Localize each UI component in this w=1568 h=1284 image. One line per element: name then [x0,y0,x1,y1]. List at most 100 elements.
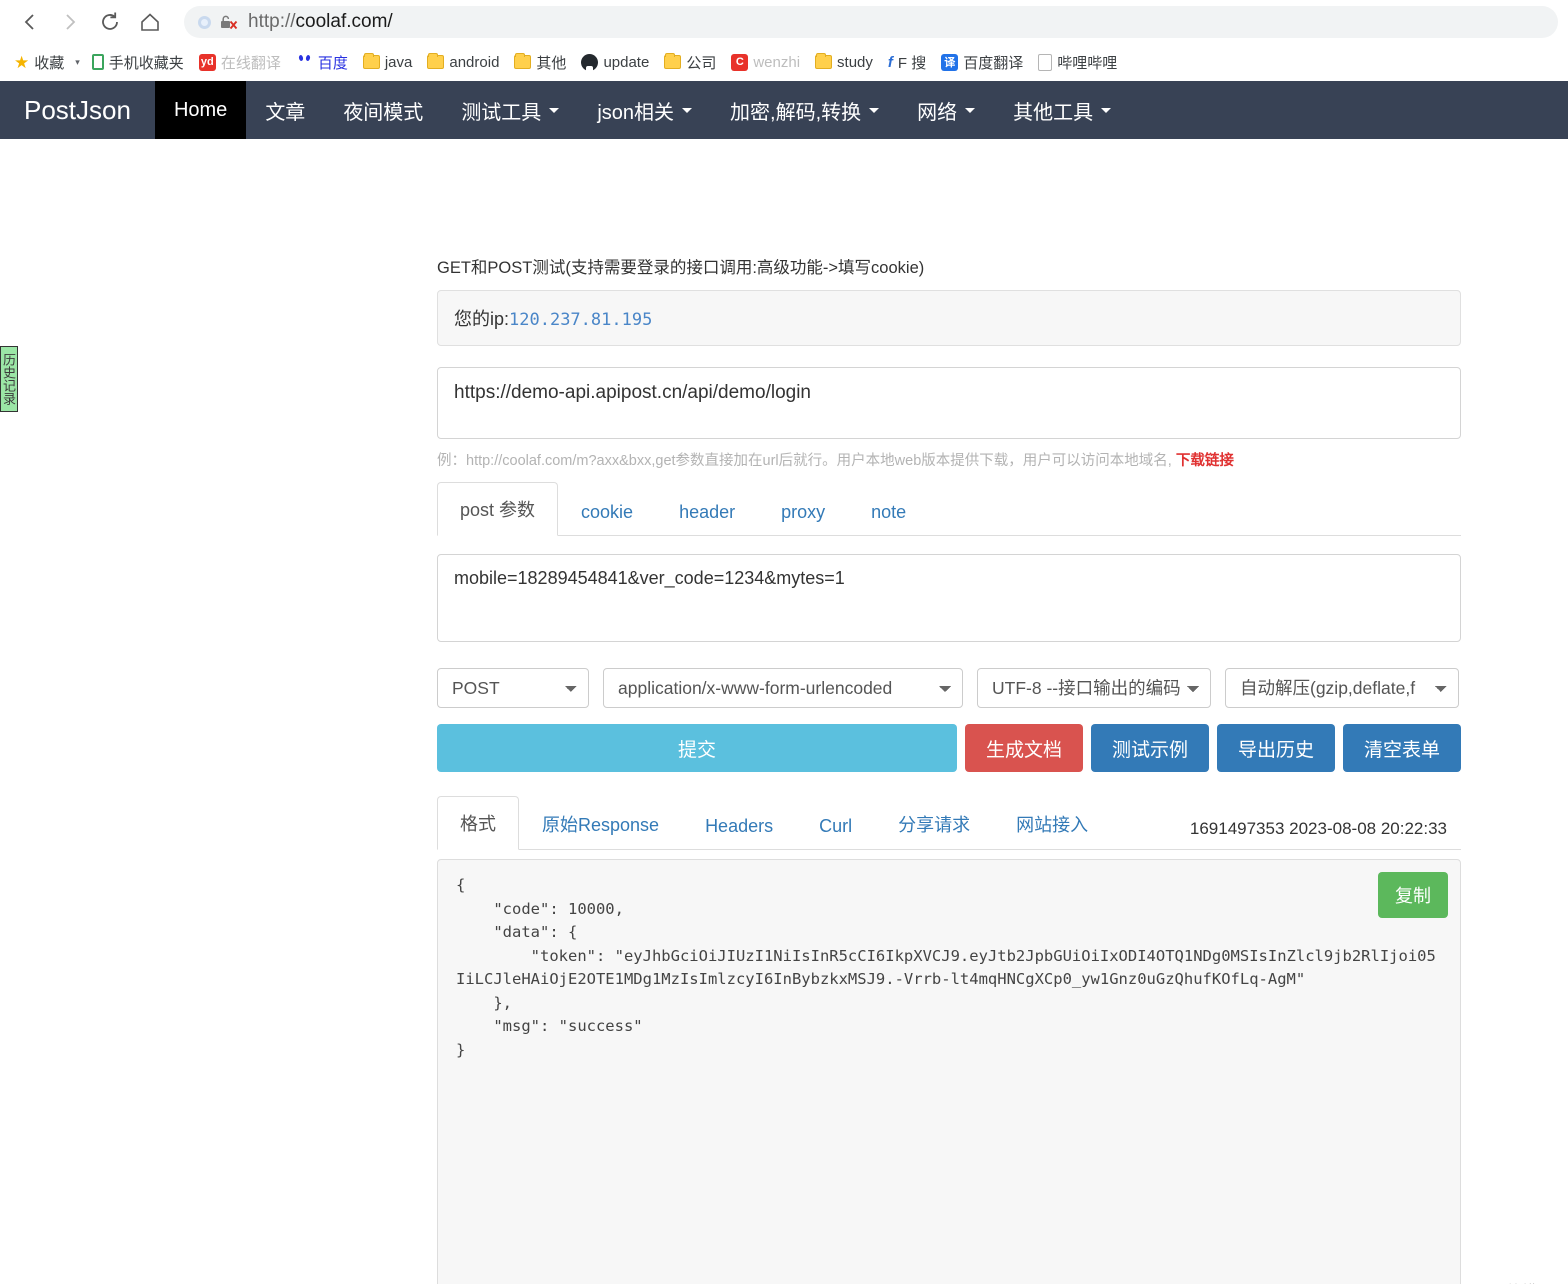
bookmark-wenzhi[interactable]: C wenzhi [725,51,806,74]
clear-form-button[interactable]: 清空表单 [1343,724,1461,772]
request-url-input[interactable] [437,367,1461,439]
address-bar-text: http://coolaf.com/ [248,11,393,33]
bookmark-f-search[interactable]: f F 搜 [882,49,932,76]
bookmark-baidu[interactable]: 百度 [290,49,354,76]
tab-share-request[interactable]: 分享请求 [875,797,993,850]
tab-label: post 参数 [460,500,536,520]
bookmark-android[interactable]: android [421,51,505,74]
tab-curl[interactable]: Curl [796,802,875,850]
nav-item-home[interactable]: Home [154,81,247,139]
response-tabs: 格式 原始Response Headers Curl 分享请求 网站接入 169… [437,796,1461,850]
forward-button[interactable] [50,2,90,42]
ip-label: 您的ip: [454,309,510,329]
ip-value: 120.237.81.195 [509,310,653,330]
back-arrow-icon [24,14,34,30]
url-hint-label: 例：http://coolaf.com/m?axx&bxx,get参数直接加在u… [437,453,1172,469]
folder-icon [815,53,833,69]
tab-headers[interactable]: Headers [682,802,796,850]
chevron-down-icon [1101,107,1112,113]
tab-header[interactable]: header [656,488,758,536]
folder-icon [514,53,532,69]
download-link[interactable]: 下载链接 [1176,453,1234,469]
nav-item-network[interactable]: 网络 [898,81,994,139]
github-icon [581,53,599,71]
decompress-select[interactable]: 自动解压(gzip,deflate,f [1225,668,1459,708]
bookmark-mobile-favorites[interactable]: 手机收藏夹 [86,49,190,76]
chevron-down-icon [965,107,976,113]
bookmarks-bar: ★ 收藏 ▾ 手机收藏夹 yd 在线翻译 百度 java android 其他 … [0,44,1568,81]
tab-label: note [871,502,907,522]
bookmark-study[interactable]: study [809,51,879,74]
star-icon: ★ [14,52,30,72]
tab-raw-response[interactable]: 原始Response [519,797,682,850]
nav-item-articles[interactable]: 文章 [246,81,324,139]
nav-item-other-tools[interactable]: 其他工具 [994,81,1130,139]
back-button[interactable] [10,2,50,42]
export-history-button[interactable]: 导出历史 [1217,724,1335,772]
page-info-icon[interactable] [198,15,211,29]
watermark: CSDN @峥嵘life [1445,1280,1556,1284]
tab-site-integration[interactable]: 网站接入 [993,797,1111,850]
generate-doc-button[interactable]: 生成文档 [965,724,1083,772]
insecure-lock-icon[interactable] [219,14,238,31]
site-navbar: PostJson Home 文章 夜间模式 测试工具 json相关 加密,解码,… [0,81,1568,139]
main-container: GET和POST测试(支持需要登录的接口调用:高级功能->填写cookie) 您… [437,139,1461,1284]
request-options-row: POST application/x-www-form-urlencoded U… [437,668,1461,708]
nav-item-night-mode[interactable]: 夜间模式 [324,81,442,139]
tab-post-params[interactable]: post 参数 [437,482,559,536]
page-icon [1038,53,1053,71]
tab-label: Curl [819,816,853,836]
copy-button[interactable]: 复制 [1378,872,1448,918]
brand-logo[interactable]: PostJson [0,81,155,139]
bookmark-java[interactable]: java [357,51,419,74]
bookmark-company[interactable]: 公司 [658,49,722,76]
tab-proxy[interactable]: proxy [758,488,848,536]
bookmark-caret-icon[interactable]: ▾ [73,57,86,68]
address-bar[interactable]: http://coolaf.com/ [184,6,1558,38]
history-side-tab[interactable]: 历史记录 [0,346,18,412]
nav-item-json-related[interactable]: json相关 [578,81,711,139]
bookmark-youdao-translate[interactable]: yd 在线翻译 [193,49,287,76]
response-json-body: { "code": 10000, "data": { "token": "eyJ… [456,876,1436,1059]
test-example-button[interactable]: 测试示例 [1091,724,1209,772]
tab-cookie[interactable]: cookie [558,488,656,536]
response-panel: 复制 { "code": 10000, "data": { "token": "… [437,859,1461,1284]
nav-item-label: 加密,解码,转换 [730,101,862,124]
tab-note[interactable]: note [848,488,929,536]
content-type-select[interactable]: application/x-www-form-urlencoded [603,668,963,708]
bookmark-label: java [384,53,413,71]
request-tabs: post 参数 cookie header proxy note [437,482,1461,536]
bookmark-bilibili[interactable]: 哔哩哔哩 [1032,49,1123,76]
home-button[interactable] [130,2,170,42]
url-host: coolaf.com/ [295,11,393,32]
nav-item-label: 其他工具 [1013,101,1094,124]
bookmark-label: study [837,53,873,71]
chevron-down-icon [682,107,693,113]
action-buttons-row: 提交 生成文档 测试示例 导出历史 清空表单 [437,724,1461,772]
tab-format[interactable]: 格式 [437,796,519,850]
tab-label: 网站接入 [1016,815,1089,835]
nav-item-label: 夜间模式 [343,101,424,124]
bookmark-label: update [603,53,650,71]
post-params-input[interactable] [437,554,1461,642]
chevron-down-icon [549,107,560,113]
bookmark-baidu-translate[interactable]: 译 百度翻译 [935,49,1029,76]
fanyi-icon: 译 [941,53,959,71]
chevron-down-icon [869,107,880,113]
bookmark-update[interactable]: update [575,51,655,74]
folder-icon [427,53,445,69]
nav-item-test-tools[interactable]: 测试工具 [442,81,578,139]
browser-toolbar: http://coolaf.com/ [0,0,1568,44]
charset-select[interactable]: UTF-8 --接口输出的编码 [977,668,1211,708]
bookmark-other[interactable]: 其他 [508,49,572,76]
submit-button[interactable]: 提交 [437,724,957,772]
tab-label: 分享请求 [898,815,971,835]
nav-item-label: 网络 [917,101,958,124]
url-hint-text: 例：http://coolaf.com/m?axx&bxx,get参数直接加在u… [437,449,1461,470]
http-method-select[interactable]: POST [437,668,589,708]
nav-item-encrypt-decode-convert[interactable]: 加密,解码,转换 [711,81,898,139]
bookmark-shoucang[interactable]: ★ 收藏 [8,49,70,76]
reload-button[interactable] [90,2,130,42]
tab-label: Headers [705,816,774,836]
baidu-icon [295,53,313,71]
